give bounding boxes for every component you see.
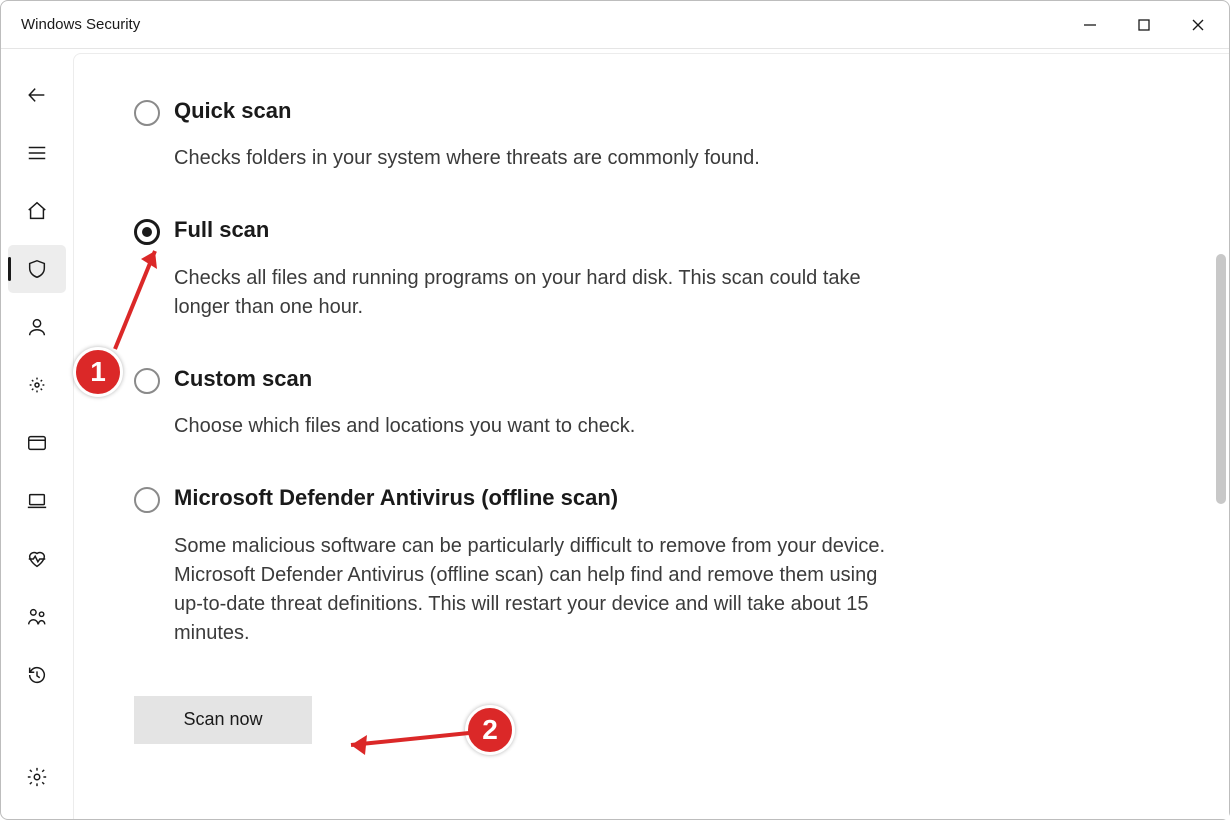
option-offline-scan: Microsoft Defender Antivirus (offline sc… bbox=[134, 485, 1169, 647]
radio-quick-scan[interactable] bbox=[134, 100, 160, 126]
radio-offline-scan[interactable] bbox=[134, 487, 160, 513]
back-arrow-icon bbox=[26, 84, 48, 106]
history-icon bbox=[26, 664, 48, 686]
network-icon bbox=[26, 374, 48, 396]
nav-app-browser[interactable] bbox=[8, 419, 66, 467]
nav-device-performance[interactable] bbox=[8, 535, 66, 583]
account-icon bbox=[26, 316, 48, 338]
radio-full-scan[interactable] bbox=[134, 219, 160, 245]
titlebar: Windows Security bbox=[1, 1, 1229, 49]
menu-button[interactable] bbox=[8, 129, 66, 177]
shield-icon bbox=[26, 258, 48, 280]
nav-account-protection[interactable] bbox=[8, 303, 66, 351]
close-button[interactable] bbox=[1171, 5, 1225, 45]
gear-icon bbox=[26, 766, 48, 788]
nav-firewall[interactable] bbox=[8, 361, 66, 409]
option-title: Microsoft Defender Antivirus (offline sc… bbox=[174, 485, 894, 511]
nav-family-options[interactable] bbox=[8, 593, 66, 641]
heart-pulse-icon bbox=[26, 548, 48, 570]
hamburger-icon bbox=[26, 142, 48, 164]
maximize-button[interactable] bbox=[1117, 5, 1171, 45]
nav-virus-protection[interactable] bbox=[8, 245, 66, 293]
option-desc: Some malicious software can be particula… bbox=[174, 532, 894, 648]
app-window-icon bbox=[26, 432, 48, 454]
option-quick-scan: Quick scan Checks folders in your system… bbox=[134, 98, 1169, 173]
laptop-icon bbox=[26, 490, 48, 512]
sidebar bbox=[1, 49, 73, 819]
option-desc: Checks all files and running programs on… bbox=[174, 264, 894, 322]
nav-settings[interactable] bbox=[8, 753, 66, 801]
option-custom-scan: Custom scan Choose which files and locat… bbox=[134, 366, 1169, 441]
app-window: Windows Security bbox=[0, 0, 1230, 820]
window-body: Quick scan Checks folders in your system… bbox=[1, 49, 1229, 819]
nav-home[interactable] bbox=[8, 187, 66, 235]
option-title: Quick scan bbox=[174, 98, 894, 124]
content-area: Quick scan Checks folders in your system… bbox=[73, 53, 1229, 819]
scrollbar-thumb[interactable] bbox=[1216, 254, 1226, 504]
option-desc: Checks folders in your system where thre… bbox=[174, 144, 894, 173]
nav-device-security[interactable] bbox=[8, 477, 66, 525]
window-controls bbox=[1063, 5, 1225, 45]
option-title: Full scan bbox=[174, 217, 894, 243]
scan-options: Quick scan Checks folders in your system… bbox=[74, 54, 1229, 784]
option-desc: Choose which files and locations you wan… bbox=[174, 412, 894, 441]
option-title: Custom scan bbox=[174, 366, 894, 392]
minimize-icon bbox=[1083, 18, 1097, 32]
nav-protection-history[interactable] bbox=[8, 651, 66, 699]
scan-now-button[interactable]: Scan now bbox=[134, 696, 312, 744]
family-icon bbox=[26, 606, 48, 628]
maximize-icon bbox=[1137, 18, 1151, 32]
radio-custom-scan[interactable] bbox=[134, 368, 160, 394]
option-full-scan: Full scan Checks all files and running p… bbox=[134, 217, 1169, 321]
minimize-button[interactable] bbox=[1063, 5, 1117, 45]
home-icon bbox=[26, 200, 48, 222]
window-title: Windows Security bbox=[21, 16, 140, 33]
close-icon bbox=[1191, 18, 1205, 32]
back-button[interactable] bbox=[8, 71, 66, 119]
